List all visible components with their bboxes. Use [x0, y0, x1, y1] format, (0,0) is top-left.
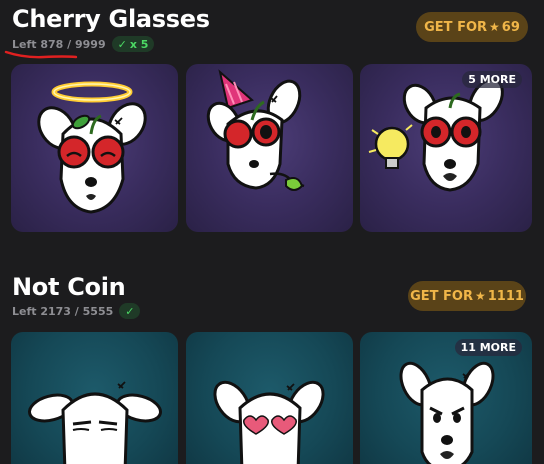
party-hat-cherry-dog-image [206, 69, 305, 191]
owned-count: x 5 [129, 37, 149, 51]
sticker-card[interactable] [186, 332, 353, 464]
more-badge[interactable]: 5 MORE [462, 71, 522, 88]
get-for-button[interactable]: GET FOR ★ 69 [416, 12, 528, 42]
owned-badge: ✓ [119, 303, 141, 319]
check-icon: ✓ [117, 37, 127, 51]
collection-title: Cherry Glasses [12, 5, 210, 33]
get-for-label: GET FOR [424, 19, 488, 35]
get-for-button[interactable]: GET FOR ★ 1111 [408, 281, 526, 311]
left-count: Left 2173 / 5555 [12, 304, 114, 318]
sticker-card[interactable]: 11 MORE [360, 332, 532, 464]
price: 69 [501, 19, 520, 35]
owned-badge: ✓ x 5 [111, 36, 155, 52]
sticker-card[interactable] [11, 64, 178, 232]
lightbulb-cherry-dog-image [368, 78, 504, 192]
sticker-card[interactable] [11, 332, 178, 464]
halo-cherry-dog-image [37, 81, 147, 214]
price: 1111 [487, 288, 524, 304]
red-underline-annotation [4, 50, 78, 59]
sticker-grid: 5 MORE [11, 64, 541, 232]
sleepy-dog-image [28, 381, 162, 464]
heart-eyes-dog-image [213, 380, 325, 464]
check-icon: ✓ [125, 304, 135, 318]
sticker-card[interactable] [186, 64, 353, 232]
sticker-card[interactable]: 5 MORE [360, 64, 532, 232]
collection-title: Not Coin [12, 273, 126, 301]
star-icon: ★ [474, 289, 486, 303]
sticker-grid: 11 MORE [11, 332, 541, 464]
collection-meta: Left 2173 / 5555 ✓ [12, 303, 141, 319]
more-badge[interactable]: 11 MORE [454, 339, 522, 356]
star-icon: ★ [489, 20, 500, 34]
get-for-label: GET FOR [410, 288, 473, 304]
